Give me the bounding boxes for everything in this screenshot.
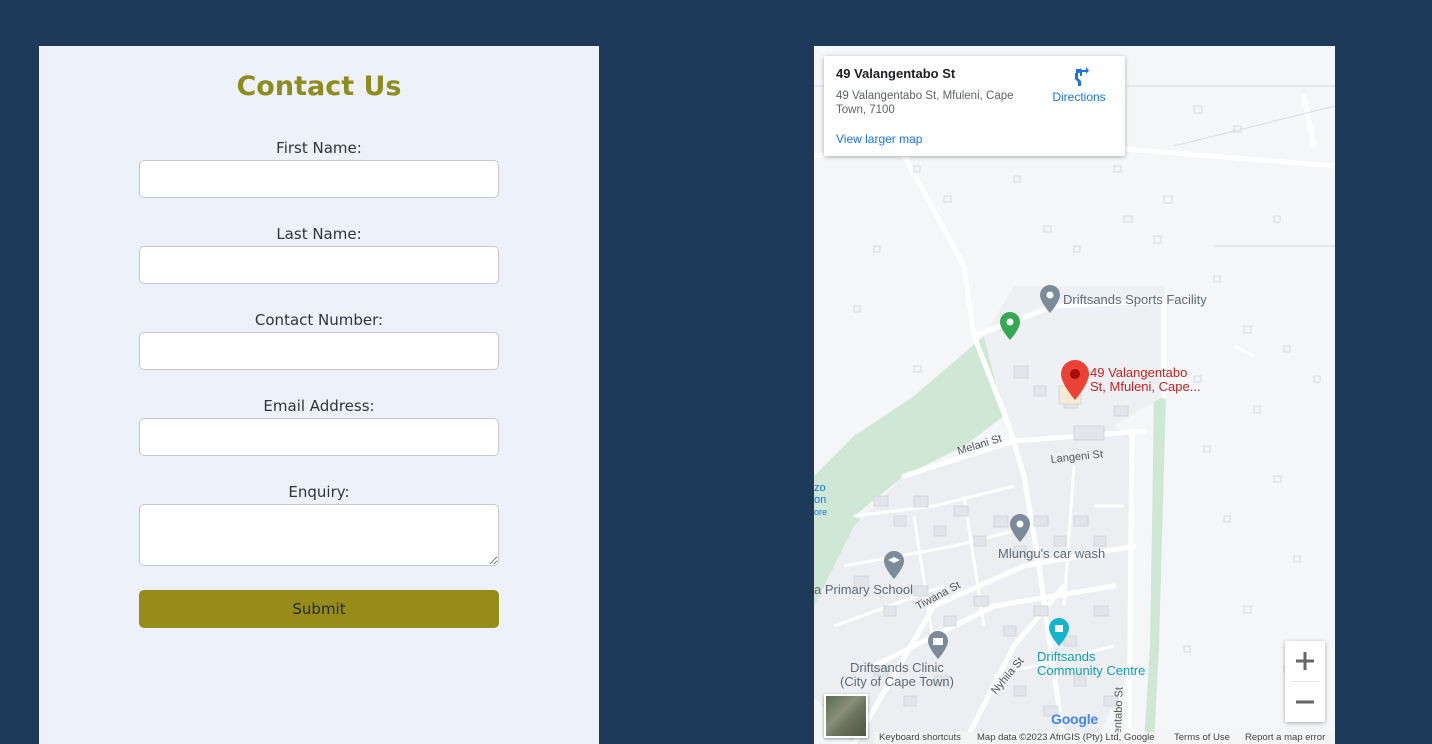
street-label-valangentabo: entabo St — [1112, 686, 1126, 735]
enquiry-field[interactable] — [139, 504, 499, 566]
partial-edge-line1: zo — [814, 482, 826, 494]
zoom-in-button[interactable] — [1285, 641, 1325, 681]
place-address: 49 Valangentabo St, Mfuleni, Cape Town, … — [836, 90, 1014, 116]
park-pin-icon[interactable] — [1000, 312, 1020, 340]
zoom-out-button[interactable] — [1285, 682, 1325, 722]
school-icon[interactable] — [884, 551, 904, 579]
page-title: Contact Us — [236, 71, 402, 102]
contact-number-field[interactable] — [139, 332, 499, 370]
community-centre-label: Driftsands Community Centre — [1037, 650, 1145, 678]
community-line1: Driftsands — [1037, 649, 1096, 664]
first-name-label: First Name: — [276, 139, 362, 157]
embedded-map[interactable]: 49 Valangentabo St 49 Valangentabo St, M… — [814, 46, 1335, 744]
map-attribution-bar: Keyboard shortcuts Map data ©2023 AfriGI… — [874, 732, 1335, 744]
google-logo: Google — [1051, 711, 1099, 727]
satellite-view-toggle[interactable] — [824, 694, 868, 738]
selected-address-label: 49 Valangentabo St, Mfuleni, Cape... — [1090, 366, 1201, 394]
contact-form-panel: Contact Us First Name: Last Name: Contac… — [39, 46, 599, 744]
sports-facility-label: Driftsands Sports Facility — [1063, 292, 1207, 307]
map-data-text: Map data ©2023 AfriGIS (Pty) Ltd, Google — [977, 732, 1155, 743]
submit-button[interactable]: Submit — [139, 590, 499, 628]
last-name-field[interactable] — [139, 246, 499, 284]
minus-icon — [1296, 700, 1314, 704]
directions-icon — [1075, 67, 1089, 86]
first-name-field[interactable] — [139, 160, 499, 198]
directions-button[interactable]: Directions — [1046, 66, 1112, 104]
location-pin-icon[interactable] — [1061, 360, 1089, 400]
contact-number-label: Contact Number: — [254, 311, 384, 329]
enquiry-label: Enquiry: — [288, 483, 350, 501]
clinic-line2: (City of Cape Town) — [840, 674, 954, 689]
community-centre-icon[interactable] — [1049, 618, 1069, 646]
last-name-label: Last Name: — [276, 225, 362, 243]
location-pin-icon[interactable] — [1010, 514, 1030, 542]
zoom-control — [1285, 641, 1325, 722]
selected-address-line1: 49 Valangentabo — [1090, 365, 1188, 380]
community-line2: Community Centre — [1037, 663, 1146, 678]
terms-of-use-link[interactable]: Terms of Use — [1174, 732, 1230, 743]
partial-edge-line2: on — [814, 494, 827, 506]
car-wash-label: Mlungu's car wash — [998, 546, 1106, 561]
keyboard-shortcuts-link[interactable]: Keyboard shortcuts — [879, 732, 961, 743]
selected-address-line2: St, Mfuleni, Cape... — [1090, 379, 1201, 394]
place-name: 49 Valangentabo St — [836, 66, 956, 81]
email-address-label: Email Address: — [263, 397, 375, 415]
place-info-card: 49 Valangentabo St 49 Valangentabo St, M… — [824, 56, 1125, 156]
partial-edge-label: zo on ore — [814, 482, 827, 518]
report-map-error-link[interactable]: Report a map error — [1245, 732, 1325, 743]
view-larger-map-link[interactable]: View larger map — [836, 132, 922, 146]
directions-label: Directions — [1052, 90, 1106, 104]
museum-icon[interactable] — [928, 631, 948, 659]
plus-icon — [1296, 652, 1314, 670]
partial-edge-line3: ore — [814, 507, 828, 517]
clinic-label: Driftsands Clinic (City of Cape Town) — [840, 661, 954, 689]
clinic-line1: Driftsands Clinic — [850, 660, 944, 675]
primary-school-label: a Primary School — [814, 582, 913, 597]
location-pin-icon[interactable] — [1040, 285, 1060, 313]
email-address-field[interactable] — [139, 418, 499, 456]
